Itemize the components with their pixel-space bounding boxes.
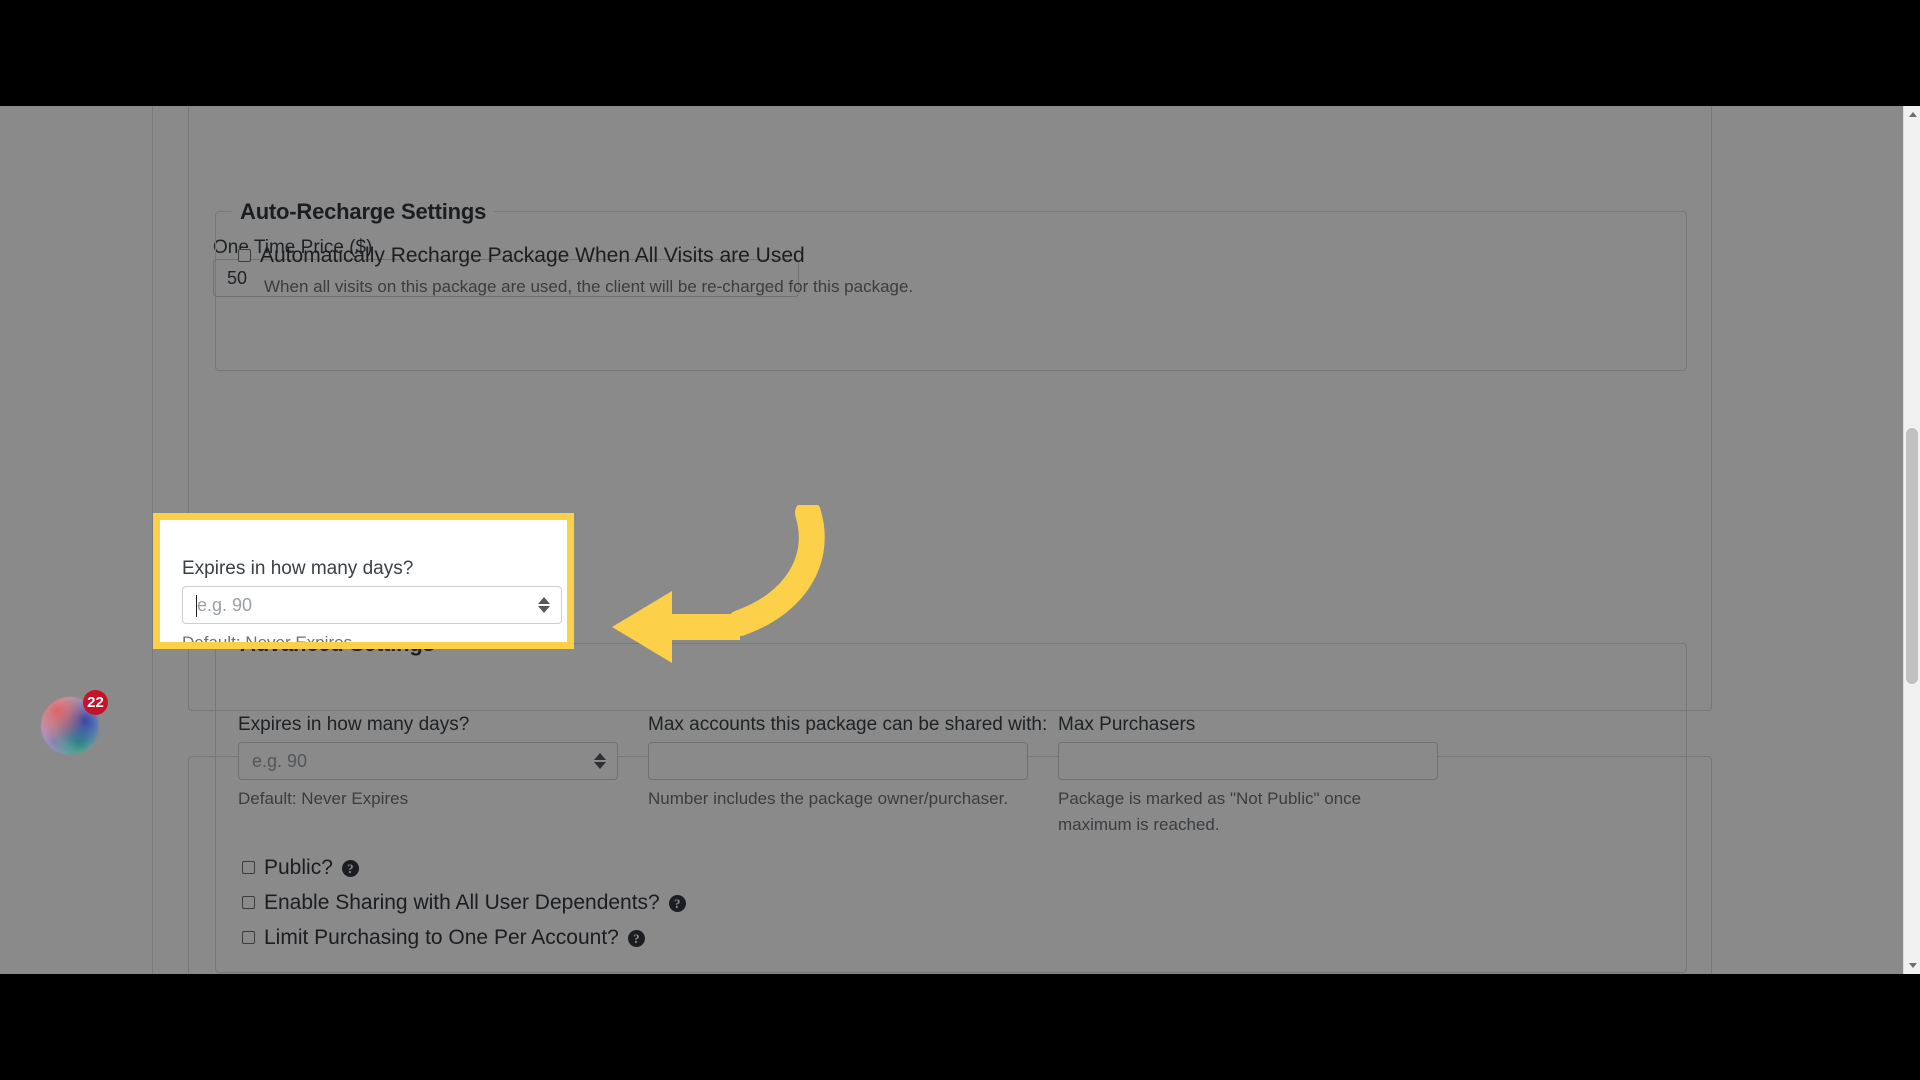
enable-sharing-dependents-checkbox[interactable] xyxy=(242,896,255,909)
spinner-down-icon[interactable] xyxy=(538,606,550,613)
expires-days-label: Expires in how many days? xyxy=(238,714,470,735)
spinner-up-icon[interactable] xyxy=(594,753,606,760)
auto-recharge-fieldset: Auto-Recharge Settings Automatically Rec… xyxy=(215,199,1687,371)
triangle-down-icon xyxy=(1908,963,1917,968)
auto-recharge-label: Automatically Recharge Package When All … xyxy=(260,244,805,267)
question-circle-icon[interactable]: ? xyxy=(627,930,645,947)
highlight-expires-days-help: Default: Never Expires xyxy=(182,633,353,649)
enable-sharing-dependents-row[interactable]: Enable Sharing with All User Dependents?… xyxy=(242,891,686,915)
max-purchasers-help: Package is marked as "Not Public" once m… xyxy=(1058,789,1362,834)
highlight-content: Advanced Settings Expires in how many da… xyxy=(160,520,567,649)
floating-chat-widget[interactable]: 22 xyxy=(41,690,108,755)
expires-days-spinner[interactable] xyxy=(592,750,608,772)
spinner-down-icon[interactable] xyxy=(594,762,606,769)
highlight-expires-days-label: Expires in how many days? xyxy=(182,558,414,579)
limit-purchasing-label: Limit Purchasing to One Per Account? xyxy=(264,926,619,949)
max-shared-accounts-help: Number includes the package owner/purcha… xyxy=(648,789,1009,808)
expires-days-placeholder: e.g. 90 xyxy=(252,750,308,771)
highlight-box: Advanced Settings Expires in how many da… xyxy=(153,513,574,649)
triangle-up-icon xyxy=(1908,112,1917,117)
limit-purchasing-checkbox[interactable] xyxy=(242,931,255,944)
max-shared-accounts-label: Max accounts this package can be shared … xyxy=(648,714,1048,735)
max-shared-accounts-input[interactable] xyxy=(648,742,1028,780)
max-purchasers-input[interactable] xyxy=(1058,742,1438,780)
spinner-up-icon[interactable] xyxy=(538,597,550,604)
expires-days-input[interactable]: e.g. 90 xyxy=(238,742,618,780)
scrollbar-thumb[interactable] xyxy=(1906,428,1918,684)
auto-recharge-checkbox[interactable] xyxy=(238,249,251,262)
auto-recharge-help: When all visits on this package are used… xyxy=(264,277,914,296)
auto-recharge-row[interactable]: Automatically Recharge Package When All … xyxy=(238,244,805,268)
screenshot-root: Enable Service Balance? Each visit close… xyxy=(0,0,1920,1080)
highlight-expires-days-placeholder: e.g. 90 xyxy=(197,594,253,615)
question-circle-icon[interactable]: ? xyxy=(341,860,359,877)
notification-badge: 22 xyxy=(83,690,108,715)
public-checkbox-row[interactable]: Public? ? xyxy=(242,856,359,880)
public-checkbox[interactable] xyxy=(242,861,255,874)
public-label: Public? xyxy=(264,856,333,879)
advanced-settings-fieldset: Advanced Settings Expires in how many da… xyxy=(215,631,1687,973)
advanced-settings-card: Advanced Settings Expires in how many da… xyxy=(188,631,1712,974)
auto-recharge-legend: Auto-Recharge Settings xyxy=(232,199,495,225)
expires-days-help: Default: Never Expires xyxy=(238,789,409,808)
vertical-scrollbar[interactable] xyxy=(1903,106,1920,974)
text-cursor xyxy=(196,595,197,617)
highlight-expires-days-input[interactable]: e.g. 90 xyxy=(182,586,562,624)
scroll-down-arrow-icon[interactable] xyxy=(1904,957,1920,974)
limit-purchasing-row[interactable]: Limit Purchasing to One Per Account? ? xyxy=(242,926,645,950)
enable-sharing-dependents-label: Enable Sharing with All User Dependents? xyxy=(264,891,660,914)
question-circle-icon[interactable]: ? xyxy=(668,895,686,912)
max-purchasers-label: Max Purchasers xyxy=(1058,714,1196,735)
highlight-expires-days-spinner[interactable] xyxy=(536,594,552,616)
scroll-up-arrow-icon[interactable] xyxy=(1904,106,1920,123)
